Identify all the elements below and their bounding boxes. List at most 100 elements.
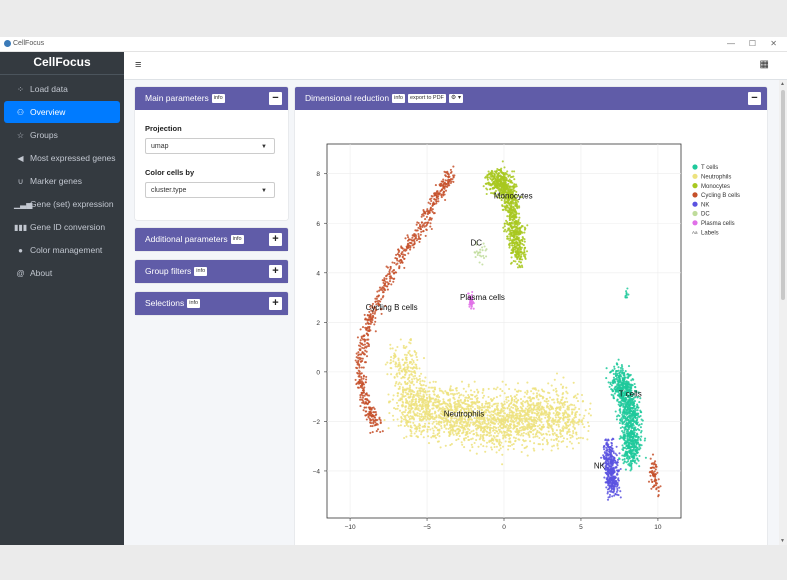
sidebar-item-groups[interactable]: ☆ Groups — [4, 124, 120, 146]
collapse-button[interactable]: − — [748, 92, 761, 105]
data-point — [513, 239, 516, 242]
sidebar-item-color-management[interactable]: ● Color management — [4, 239, 120, 261]
data-point — [572, 430, 575, 433]
collapse-button[interactable]: − — [269, 92, 282, 105]
data-point — [534, 435, 537, 438]
info-badge[interactable]: info — [211, 94, 225, 104]
data-point — [403, 411, 406, 414]
data-point — [614, 377, 617, 381]
data-point — [548, 433, 551, 436]
data-point — [406, 414, 409, 417]
data-point — [416, 391, 419, 394]
sidebar-item-most-expressed-genes[interactable]: ◀ Most expressed genes — [4, 147, 120, 169]
data-point — [362, 347, 366, 350]
data-point — [507, 188, 510, 191]
data-point — [431, 407, 434, 410]
sidebar-item-gene-set-expression[interactable]: ▁▃▅Gene (set) expression — [4, 193, 120, 215]
data-point — [534, 428, 537, 431]
data-point — [455, 439, 458, 442]
group-filters-header[interactable]: Group filters info + — [135, 260, 288, 283]
selections-header[interactable]: Selections info + — [135, 292, 288, 315]
data-point — [412, 417, 415, 420]
data-point — [485, 402, 488, 405]
data-point — [451, 389, 454, 392]
data-point — [635, 432, 639, 435]
data-point — [622, 462, 625, 465]
data-point — [365, 413, 368, 416]
data-point — [499, 170, 502, 173]
data-point — [481, 391, 484, 394]
data-point — [454, 387, 457, 390]
expand-button[interactable]: + — [269, 265, 282, 278]
data-point — [366, 327, 369, 330]
data-point — [422, 436, 425, 439]
plot-area[interactable]: −10 −5 0 5 10 −4 −2 0 2 4 6 8 Monocytes DC Plasma cell… — [295, 110, 767, 545]
data-point — [515, 255, 518, 258]
data-point — [365, 410, 368, 413]
data-point — [425, 399, 428, 402]
data-point — [369, 329, 372, 332]
data-point — [392, 280, 395, 283]
info-badge[interactable]: info — [230, 235, 244, 245]
data-point — [411, 396, 414, 399]
data-point — [638, 401, 641, 404]
color-cells-by-select[interactable]: cluster.type ▼ — [145, 182, 275, 198]
minimize-button[interactable]: — — [727, 39, 735, 48]
close-window-button[interactable]: ✕ — [770, 39, 777, 48]
projection-select[interactable]: umap ▼ — [145, 138, 275, 154]
brand-title[interactable]: CellFocus — [0, 52, 124, 75]
x-tick-label: 10 — [654, 524, 662, 531]
data-point — [508, 229, 512, 232]
data-point — [437, 440, 440, 443]
gear-dropdown-icon[interactable]: ⚙ ▾ — [448, 94, 463, 104]
data-point — [586, 438, 589, 441]
expand-button[interactable]: + — [269, 233, 282, 246]
data-point — [533, 416, 536, 419]
data-point — [441, 406, 444, 409]
data-point — [362, 409, 365, 412]
data-point — [366, 403, 369, 406]
data-point — [495, 451, 498, 454]
additional-parameters-header[interactable]: Additional parameters info + — [135, 228, 288, 251]
export-pdf-button[interactable]: export to PDF — [407, 94, 446, 104]
data-point — [615, 370, 618, 373]
data-point — [548, 391, 551, 395]
sidebar-item-load-data[interactable]: ⁘ Load data — [4, 78, 120, 100]
data-point — [410, 408, 413, 411]
grid-view-icon[interactable]: ▦ — [760, 59, 769, 70]
data-point — [372, 422, 375, 425]
sidebar-item-overview[interactable]: ⚇ Overview — [4, 101, 120, 123]
data-point — [435, 198, 438, 201]
menu-toggle-icon[interactable]: ≡ — [135, 59, 141, 71]
data-point — [366, 342, 369, 345]
expand-button[interactable]: + — [269, 297, 282, 310]
info-badge[interactable]: info — [187, 299, 201, 309]
data-point — [492, 421, 495, 424]
data-point — [403, 436, 406, 440]
data-point — [614, 372, 617, 375]
x-tick-label: −5 — [423, 524, 431, 531]
data-point — [452, 176, 455, 179]
data-point — [451, 431, 454, 434]
y-tick-label: −4 — [313, 468, 321, 475]
info-badge[interactable]: info — [194, 267, 208, 277]
data-point — [358, 366, 361, 369]
maximize-button[interactable]: ☐ — [749, 39, 756, 48]
info-badge[interactable]: info — [392, 94, 405, 104]
data-point — [536, 435, 539, 438]
data-point — [523, 248, 526, 252]
data-point — [434, 184, 437, 187]
sidebar-item-marker-genes[interactable]: ∪ Marker genes — [4, 170, 120, 192]
data-point — [466, 421, 469, 425]
data-point — [486, 178, 489, 181]
data-point — [630, 468, 633, 471]
data-point — [407, 425, 410, 428]
umap-scatter-plot[interactable]: −10 −5 0 5 10−4−202468MonocytesDCPlasma cell… — [295, 110, 767, 545]
data-point — [373, 323, 376, 326]
data-point — [413, 377, 416, 380]
sidebar-item-about[interactable]: @ About — [4, 262, 120, 284]
data-point — [467, 396, 471, 399]
data-point — [504, 228, 507, 231]
sidebar-item-gene-id-conversion[interactable]: ▮▮▮ Gene ID conversion — [4, 216, 120, 238]
data-point — [512, 415, 515, 418]
